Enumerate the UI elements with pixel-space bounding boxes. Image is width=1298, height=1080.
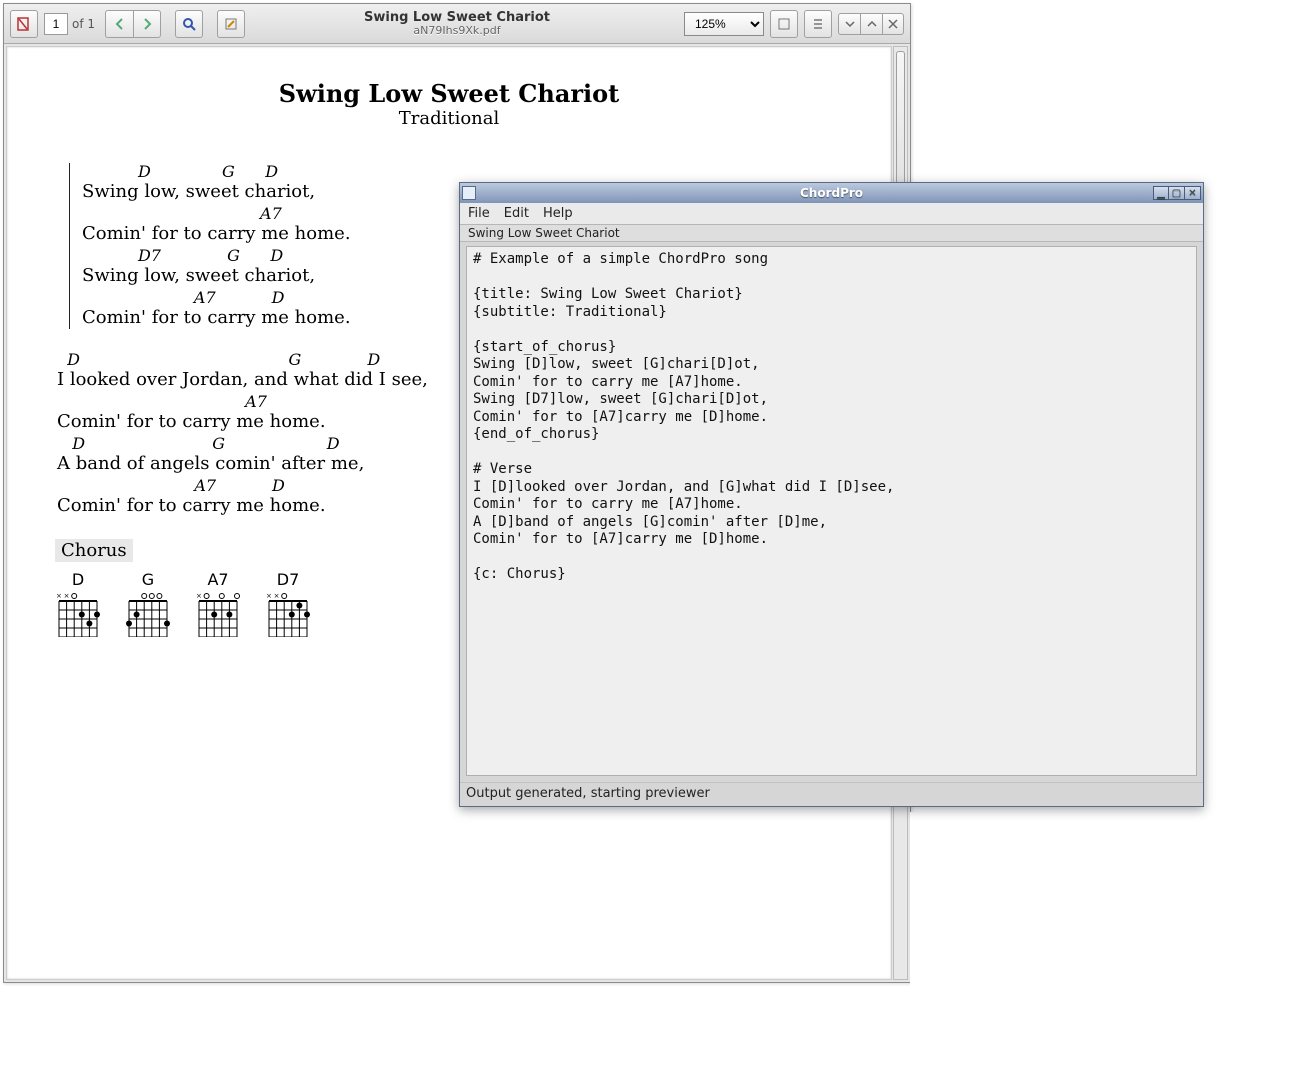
maximize-button[interactable]: ▢ [1169, 186, 1185, 200]
menu-bar: File Edit Help [460, 203, 1203, 225]
status-bar: Output generated, starting previewer [460, 782, 1203, 806]
next-page-button[interactable] [133, 10, 161, 38]
desktop-background [910, 812, 1298, 1080]
minimize-button[interactable]: ▁ [1153, 186, 1169, 200]
chord-diagram: G [125, 570, 171, 637]
prev-page-button[interactable] [105, 10, 133, 38]
find-button[interactable] [175, 10, 203, 38]
expand-up-button[interactable] [860, 13, 882, 35]
window-titlebar[interactable]: ChordPro ▁ ▢ ✕ [460, 183, 1203, 203]
close-button[interactable]: ✕ [1185, 186, 1201, 200]
chorus-marker: Chorus [55, 539, 133, 562]
chord-name: G [125, 570, 171, 589]
source-editor[interactable]: # Example of a simple ChordPro song {tit… [466, 246, 1197, 776]
edit-annotate-button[interactable] [217, 10, 245, 38]
page-number-input[interactable] [44, 13, 68, 35]
close-document-button[interactable] [10, 10, 38, 38]
chord-name: D [55, 570, 101, 589]
chord-diagram: A7 × [195, 570, 241, 637]
svg-text:×: × [274, 592, 280, 600]
fretboard-icon: ×× [55, 591, 101, 637]
svg-text:×: × [266, 592, 272, 600]
menu-edit[interactable]: Edit [504, 206, 529, 221]
fretboard-icon: ×× [265, 591, 311, 637]
window-title: ChordPro [460, 186, 1203, 200]
close-panel-button[interactable] [882, 13, 904, 35]
chord-diagram: D7 ×× [265, 570, 311, 637]
chord-name: A7 [195, 570, 241, 589]
svg-text:×: × [56, 592, 62, 600]
song-subtitle: Traditional [55, 108, 843, 129]
app-icon [462, 186, 476, 200]
menu-help[interactable]: Help [543, 206, 573, 221]
svg-text:×: × [196, 592, 202, 600]
expand-down-button[interactable] [838, 13, 860, 35]
continuous-view-button[interactable] [804, 10, 832, 38]
fretboard-icon [125, 591, 171, 637]
chord-line: D G D [82, 163, 843, 181]
page-navigator: of 1 [44, 13, 99, 35]
pdf-toolbar: of 1 Swing Low Sweet Chariot aN79Ihs9Xk.… [4, 4, 910, 44]
page-count-label: of 1 [72, 17, 95, 31]
fretboard-icon: × [195, 591, 241, 637]
fit-page-button[interactable] [770, 10, 798, 38]
chord-name: D7 [265, 570, 311, 589]
zoom-select[interactable]: 125% [684, 12, 764, 36]
chord-diagram: D ×× [55, 570, 101, 637]
chordpro-window: ChordPro ▁ ▢ ✕ File Edit Help Swing Low … [459, 182, 1204, 807]
svg-text:×: × [64, 592, 70, 600]
song-title: Swing Low Sweet Chariot [55, 79, 843, 108]
document-tab[interactable]: Swing Low Sweet Chariot [460, 225, 1203, 242]
menu-file[interactable]: File [468, 206, 490, 221]
